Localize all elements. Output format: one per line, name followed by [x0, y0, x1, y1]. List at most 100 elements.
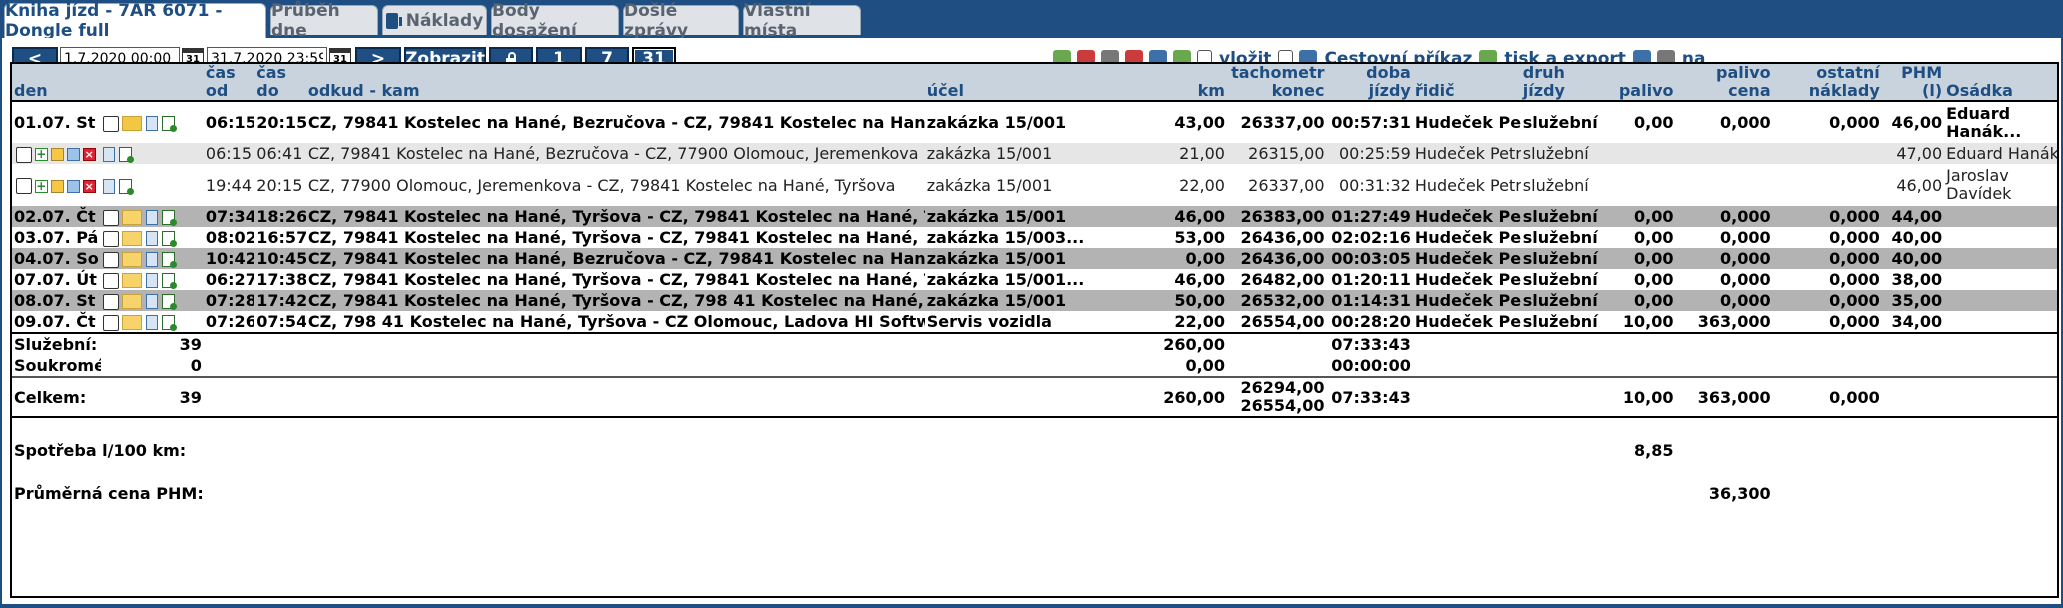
- notes-icon[interactable]: [145, 231, 158, 246]
- row-checkbox[interactable]: [102, 209, 119, 226]
- col-druh[interactable]: druh jízdy: [1520, 64, 1605, 102]
- col-ostatni[interactable]: ostatní náklady: [1772, 64, 1882, 102]
- day-label: 04.07. So: [12, 248, 101, 269]
- edit-icon[interactable]: [50, 179, 64, 193]
- col-palivo[interactable]: palivo: [1604, 64, 1676, 102]
- trip-detail-icon[interactable]: [161, 210, 177, 226]
- notes-icon[interactable]: [102, 147, 115, 162]
- cell-osadka: [1944, 206, 2057, 227]
- notes-icon[interactable]: [145, 252, 158, 267]
- col-km[interactable]: km: [1110, 64, 1227, 102]
- day-row[interactable]: 02.07. Čt 07:34 18:26 CZ, 79841 Kostelec na…: [12, 206, 2057, 227]
- trip-detail-icon[interactable]: [161, 273, 177, 289]
- day-row[interactable]: 03.07. Pá 08:02 16:57 CZ, 79841 Kostelec na…: [12, 227, 2057, 248]
- cell-pcena: 0,000: [1675, 206, 1773, 227]
- col-den[interactable]: den: [12, 64, 101, 102]
- trip-detail-icon[interactable]: [161, 315, 177, 331]
- cell-ost: 0,000: [1772, 290, 1882, 311]
- trip-detail-icon[interactable]: [161, 294, 177, 310]
- move-icon[interactable]: [66, 148, 80, 161]
- folder-icon[interactable]: [121, 315, 142, 330]
- folder-icon[interactable]: [121, 294, 142, 309]
- tab-dosle-zpravy[interactable]: Došlé zprávy: [623, 1, 739, 41]
- add-icon[interactable]: +: [34, 179, 48, 193]
- cell-palivo: 0,00: [1634, 228, 1674, 247]
- soukrome-doba: 00:00:00: [1331, 356, 1411, 375]
- col-osadka[interactable]: Osádka: [1944, 64, 2057, 102]
- cell-phm: 35,00: [1881, 290, 1945, 311]
- notes-icon[interactable]: [145, 294, 158, 309]
- notes-icon[interactable]: [145, 315, 158, 330]
- cell-ucel: zakázka 15/001: [926, 113, 1067, 132]
- add-icon[interactable]: +: [34, 148, 48, 161]
- notes-icon[interactable]: [102, 178, 115, 194]
- tab-prubeh-dne[interactable]: Průběh dne: [270, 1, 378, 41]
- row-checkbox[interactable]: [15, 178, 32, 194]
- delete-icon[interactable]: ×: [82, 179, 96, 193]
- cell-phm: 40,00: [1881, 248, 1945, 269]
- cell-ridic: Hudeček Petr: [1412, 248, 1521, 269]
- folder-icon[interactable]: [121, 210, 142, 225]
- col-ucel[interactable]: účel: [924, 64, 1111, 102]
- col-odkud-kam[interactable]: odkud - kam: [305, 64, 925, 102]
- day-row[interactable]: 01.07. St 06:15 20:15 CZ, 79841 Kostelec na…: [12, 101, 2057, 143]
- folder-icon[interactable]: [121, 252, 142, 267]
- edit-icon[interactable]: [50, 148, 64, 161]
- row-checkbox[interactable]: [102, 230, 119, 247]
- row-checkbox[interactable]: [102, 272, 119, 289]
- col-doba[interactable]: doba jízdy: [1326, 64, 1413, 102]
- col-cas-od[interactable]: čas od: [203, 64, 255, 102]
- delete-icon[interactable]: ×: [82, 148, 96, 161]
- soukrome-label: Soukromé:: [14, 356, 101, 375]
- soukrome-count: 0: [190, 356, 202, 375]
- summary-row: [12, 461, 2057, 482]
- day-row[interactable]: 09.07. Čt 07:26 07:54 CZ, 798 41 Kostelec n…: [12, 311, 2057, 333]
- cell-doba: 00:25:59: [1326, 143, 1413, 164]
- cell-tach: 26532,00: [1226, 290, 1327, 311]
- day-row[interactable]: 08.07. St 07:28 17:42 CZ, 79841 Kostelec na…: [12, 290, 2057, 311]
- row-checkbox[interactable]: [102, 251, 119, 268]
- cell-ridic: Hudeček Petr: [1414, 228, 1521, 247]
- trip-detail-icon[interactable]: [161, 231, 177, 247]
- celkem-palivo-cena: 363,000: [1675, 376, 1773, 417]
- trip-detail-icon[interactable]: [118, 178, 134, 195]
- trip-detail-icon[interactable]: [118, 147, 134, 163]
- col-cas-do[interactable]: čas do: [254, 64, 306, 102]
- trip-row[interactable]: + × 19:44 20:15 CZ, 77900 Olomouc, Jeremenko…: [12, 164, 2057, 206]
- row-checkbox[interactable]: [102, 293, 119, 310]
- move-icon[interactable]: [66, 179, 80, 193]
- cell-ridic: Hudeček Petr: [1412, 143, 1521, 164]
- notes-icon[interactable]: [145, 273, 158, 288]
- cell-do: 20:15: [256, 113, 306, 132]
- row-checkbox[interactable]: [15, 146, 32, 163]
- col-tachometr[interactable]: tachometr konec: [1226, 64, 1327, 102]
- cell-ucel: zakázka 15/001: [926, 175, 1053, 195]
- tab-body-dosazeni[interactable]: Body dosažení: [491, 1, 619, 41]
- folder-open-icon[interactable]: [121, 116, 142, 131]
- folder-icon[interactable]: [121, 273, 142, 288]
- cell-doba: 01:14:31: [1326, 290, 1413, 311]
- notes-icon[interactable]: [145, 116, 158, 131]
- col-palivo-cena[interactable]: palivo cena: [1675, 64, 1773, 102]
- trip-detail-icon[interactable]: [161, 116, 177, 132]
- col-ridic[interactable]: řidič: [1412, 64, 1521, 102]
- row-checkbox[interactable]: [102, 314, 119, 331]
- cell-ridic: Hudeček Petr: [1412, 206, 1521, 227]
- day-label: 01.07. St: [14, 113, 96, 132]
- folder-icon[interactable]: [121, 231, 142, 246]
- col-phm[interactable]: PHM (l): [1881, 64, 1945, 102]
- tab-kniha-jizd[interactable]: Kniha jízd - 7AR 6071 - Dongle full: [4, 1, 266, 41]
- tab-naklady[interactable]: Náklady: [382, 5, 487, 35]
- cell-ucel: zakázka 15/001: [924, 290, 1111, 311]
- cell-ucel: zakázka 15/003...: [926, 228, 1085, 247]
- cell-doba: 00:03:05: [1326, 248, 1413, 269]
- tab-vlastni-mista[interactable]: Vlastní místa: [743, 1, 861, 41]
- day-row[interactable]: 07.07. Út 06:27 17:38 CZ, 79841 Kostelec na…: [12, 269, 2057, 290]
- trip-row[interactable]: + × 06:15 06:41 CZ, 79841 Kostelec na Hané, …: [12, 143, 2057, 164]
- cell-ridic: Hudeček Petr: [1414, 270, 1521, 289]
- cell-km: 22,00: [1174, 312, 1225, 331]
- row-checkbox[interactable]: [102, 115, 119, 132]
- trip-detail-icon[interactable]: [161, 252, 177, 268]
- day-row[interactable]: 04.07. So 10:42 10:45 CZ, 79841 Kostelec na…: [12, 248, 2057, 269]
- notes-icon[interactable]: [145, 210, 158, 225]
